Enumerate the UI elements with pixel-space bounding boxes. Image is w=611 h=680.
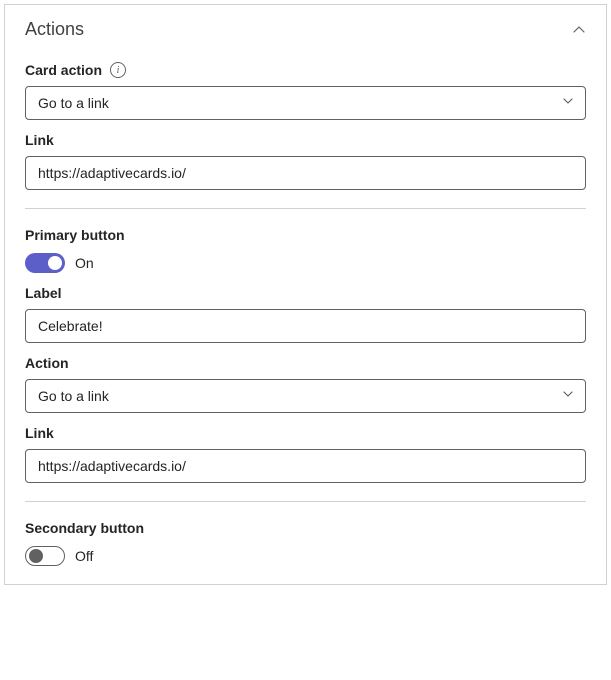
primary-label-label-row: Label [25, 285, 586, 301]
primary-action-label: Action [25, 355, 69, 371]
primary-button-section-label: Primary button [25, 227, 586, 243]
primary-label-field-label: Label [25, 285, 62, 301]
info-icon[interactable]: i [110, 62, 126, 78]
primary-button-toggle-state: On [75, 255, 94, 271]
toggle-thumb [48, 256, 62, 270]
card-action-label-row: Card action i [25, 62, 586, 78]
primary-action-selected-value: Go to a link [38, 388, 109, 404]
secondary-button-toggle[interactable] [25, 546, 65, 566]
card-action-link-input[interactable] [25, 156, 586, 190]
chevron-up-icon [572, 23, 586, 37]
panel-title: Actions [25, 19, 84, 40]
primary-button-toggle[interactable] [25, 253, 65, 273]
primary-action-label-row: Action [25, 355, 586, 371]
card-action-link-label-row: Link [25, 132, 586, 148]
card-action-link-label: Link [25, 132, 54, 148]
panel-body: Card action i Go to a link Link Primary … [5, 62, 606, 584]
toggle-thumb [29, 549, 43, 563]
card-action-label: Card action [25, 62, 102, 78]
secondary-button-section-label: Secondary button [25, 520, 586, 536]
primary-button-link-input[interactable] [25, 449, 586, 483]
primary-action-select[interactable]: Go to a link [25, 379, 586, 413]
divider [25, 501, 586, 502]
primary-link-label-row: Link [25, 425, 586, 441]
actions-panel: Actions Card action i Go to a link Link [4, 4, 607, 585]
primary-link-label: Link [25, 425, 54, 441]
primary-button-toggle-row: On [25, 253, 586, 273]
secondary-button-toggle-row: Off [25, 546, 586, 566]
panel-header[interactable]: Actions [5, 5, 606, 50]
primary-button-label-input[interactable] [25, 309, 586, 343]
divider [25, 208, 586, 209]
card-action-select[interactable]: Go to a link [25, 86, 586, 120]
secondary-button-toggle-state: Off [75, 548, 93, 564]
card-action-selected-value: Go to a link [38, 95, 109, 111]
